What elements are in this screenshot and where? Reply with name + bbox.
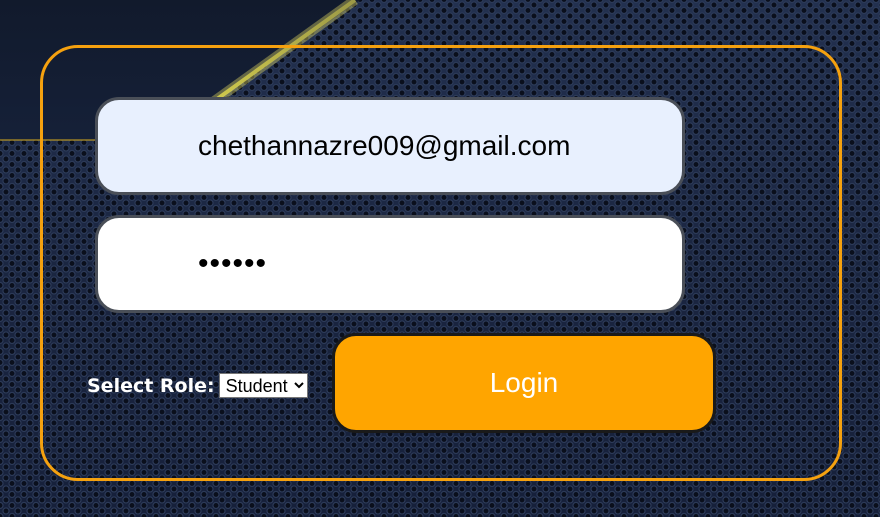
email-field[interactable] [95, 97, 685, 195]
password-field[interactable] [95, 215, 685, 313]
login-button[interactable]: Login [332, 333, 716, 433]
role-label: Select Role: [87, 374, 215, 397]
role-selector-row: Select Role: Student [87, 373, 308, 398]
role-select[interactable]: Student [218, 373, 308, 398]
